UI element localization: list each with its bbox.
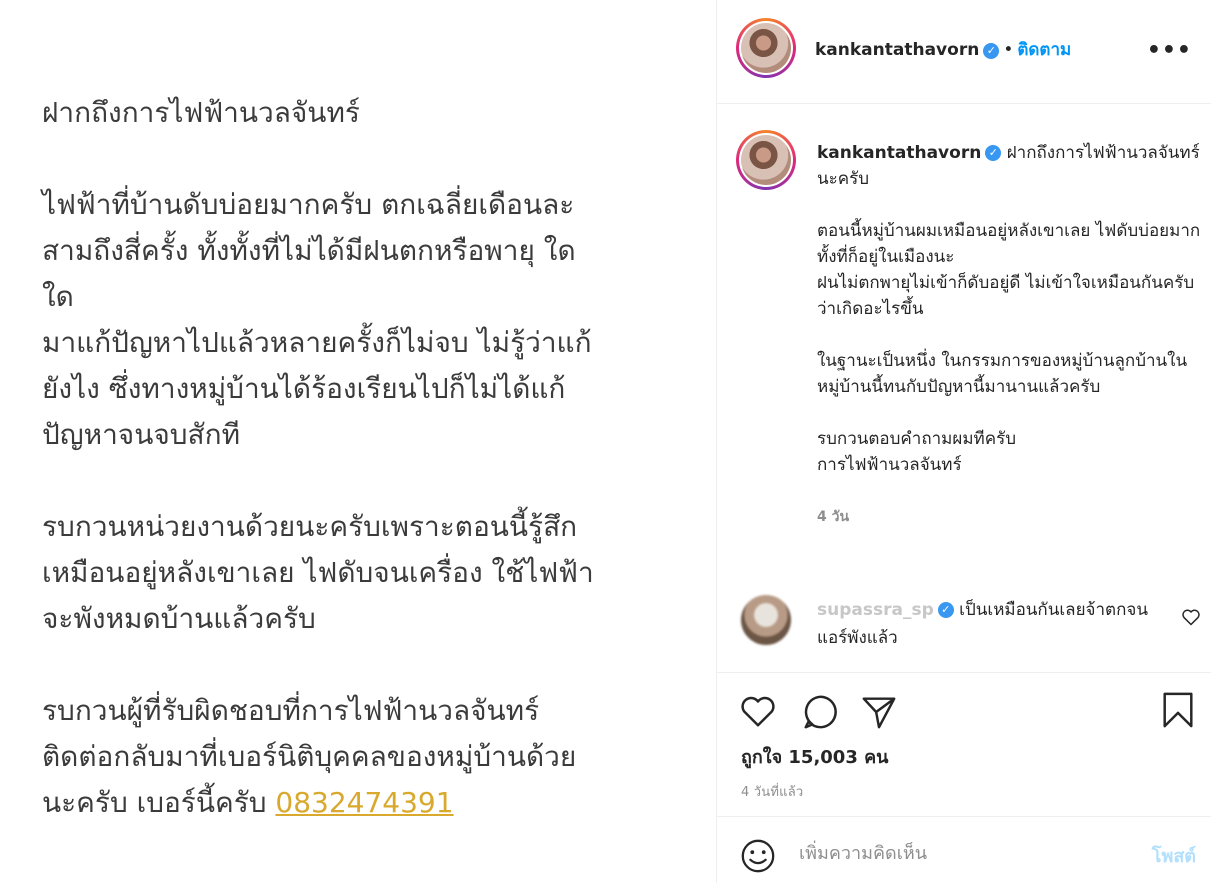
post-header: kankantathavorn ✓ • ติดตาม ••• [717, 0, 1211, 104]
author-avatar[interactable] [736, 18, 796, 78]
share-paper-plane-icon[interactable] [860, 693, 898, 731]
separator-dot: • [1003, 40, 1014, 60]
comment-text: supassra_sp ✓ เป็นเหมือนกันเลยจ้าตกจนแอร์… [817, 596, 1157, 652]
header-username[interactable]: kankantathavorn [815, 40, 979, 60]
caption-text: kankantathavorn ✓ ฝากถึงการไฟฟ้านวลจันทร์… [817, 140, 1202, 530]
commenter-username[interactable]: supassra_sp [817, 600, 934, 620]
like-heart-icon[interactable] [739, 693, 777, 731]
caption-first-line: kankantathavorn ✓ ฝากถึงการไฟฟ้านวลจันทร์… [817, 140, 1202, 192]
comment-bubble-icon[interactable] [801, 693, 839, 731]
caption-time[interactable]: 4 วัน [817, 504, 1202, 530]
actions-section: ถูกใจ 15,003 คน 4 วันที่แล้ว โพสต์ [717, 672, 1211, 883]
verified-badge-icon: ✓ [937, 602, 954, 618]
add-comment-bar: โพสต์ [717, 816, 1211, 883]
verified-badge-icon: ✓ [983, 42, 1000, 59]
post-image-paragraph: รบกวนหน่วยงานด้วยนะครับเพราะตอนนี้รู้สึก… [42, 510, 594, 635]
header-user-line: kankantathavorn ✓ • ติดตาม [815, 36, 1071, 63]
post-sidebar: kankantathavorn ✓ • ติดตาม ••• kankantathav… [716, 0, 1211, 883]
post-image-paragraph: ไฟฟ้าที่บ้านดับบ่อยมากครับ ตกเฉลี่ยเดือน… [42, 188, 592, 451]
like-count[interactable]: ถูกใจ 15,003 คน [741, 742, 888, 771]
phone-number-link[interactable]: 0832474391 [275, 786, 453, 819]
post-image-text: ฝากถึงการไฟฟ้านวลจันทร์ ไฟฟ้าที่บ้านดับบ… [42, 90, 682, 826]
emoji-smiley-icon[interactable] [739, 837, 777, 875]
post-timestamp: 4 วันที่แล้ว [741, 785, 804, 800]
comment-input[interactable] [799, 835, 1119, 871]
verified-badge-icon: ✓ [985, 145, 1002, 161]
caption-paragraph: รบกวนตอบคำถามผมทีครับ การไฟฟ้านวลจันทร์ [817, 429, 1017, 475]
commenter-avatar[interactable] [741, 595, 791, 645]
save-bookmark-icon[interactable] [1159, 691, 1197, 729]
more-options-icon[interactable]: ••• [1147, 38, 1192, 63]
caption-username[interactable]: kankantathavorn [817, 143, 981, 163]
follow-button[interactable]: ติดตาม [1017, 40, 1071, 60]
post-image-line-heading: ฝากถึงการไฟฟ้านวลจันทร์ [42, 96, 360, 129]
caption-paragraph: ในฐานะเป็นหนึ่ง ในกรรมการของหมู่บ้านลูกบ… [817, 351, 1188, 397]
post-image: ฝากถึงการไฟฟ้านวลจันทร์ ไฟฟ้าที่บ้านดับบ… [0, 0, 716, 883]
caption-avatar[interactable] [736, 130, 796, 190]
caption-paragraph: ตอนนี้หมู่บ้านผมเหมือนอยู่หลังเขาเลย ไฟด… [817, 221, 1201, 319]
post-image-paragraph: รบกวนผู้ที่รับผิดชอบที่การไฟฟ้านวลจันทร์… [42, 688, 682, 826]
post-comment-button[interactable]: โพสต์ [1152, 841, 1196, 870]
comment-like-heart-icon[interactable] [1181, 607, 1201, 627]
